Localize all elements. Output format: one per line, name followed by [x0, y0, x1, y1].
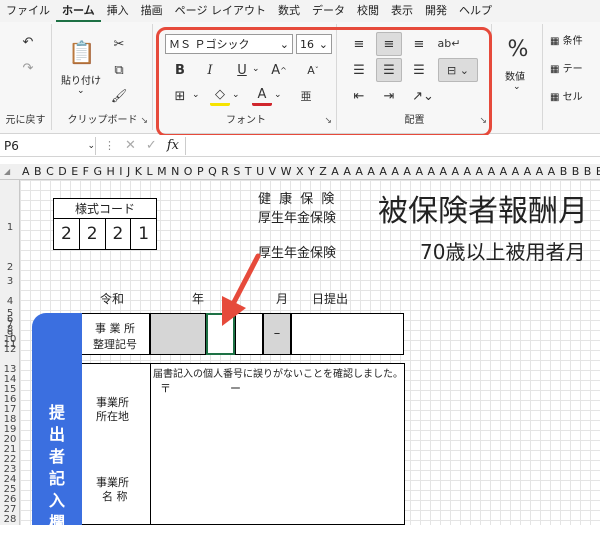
annotation-arrow: [222, 253, 261, 326]
